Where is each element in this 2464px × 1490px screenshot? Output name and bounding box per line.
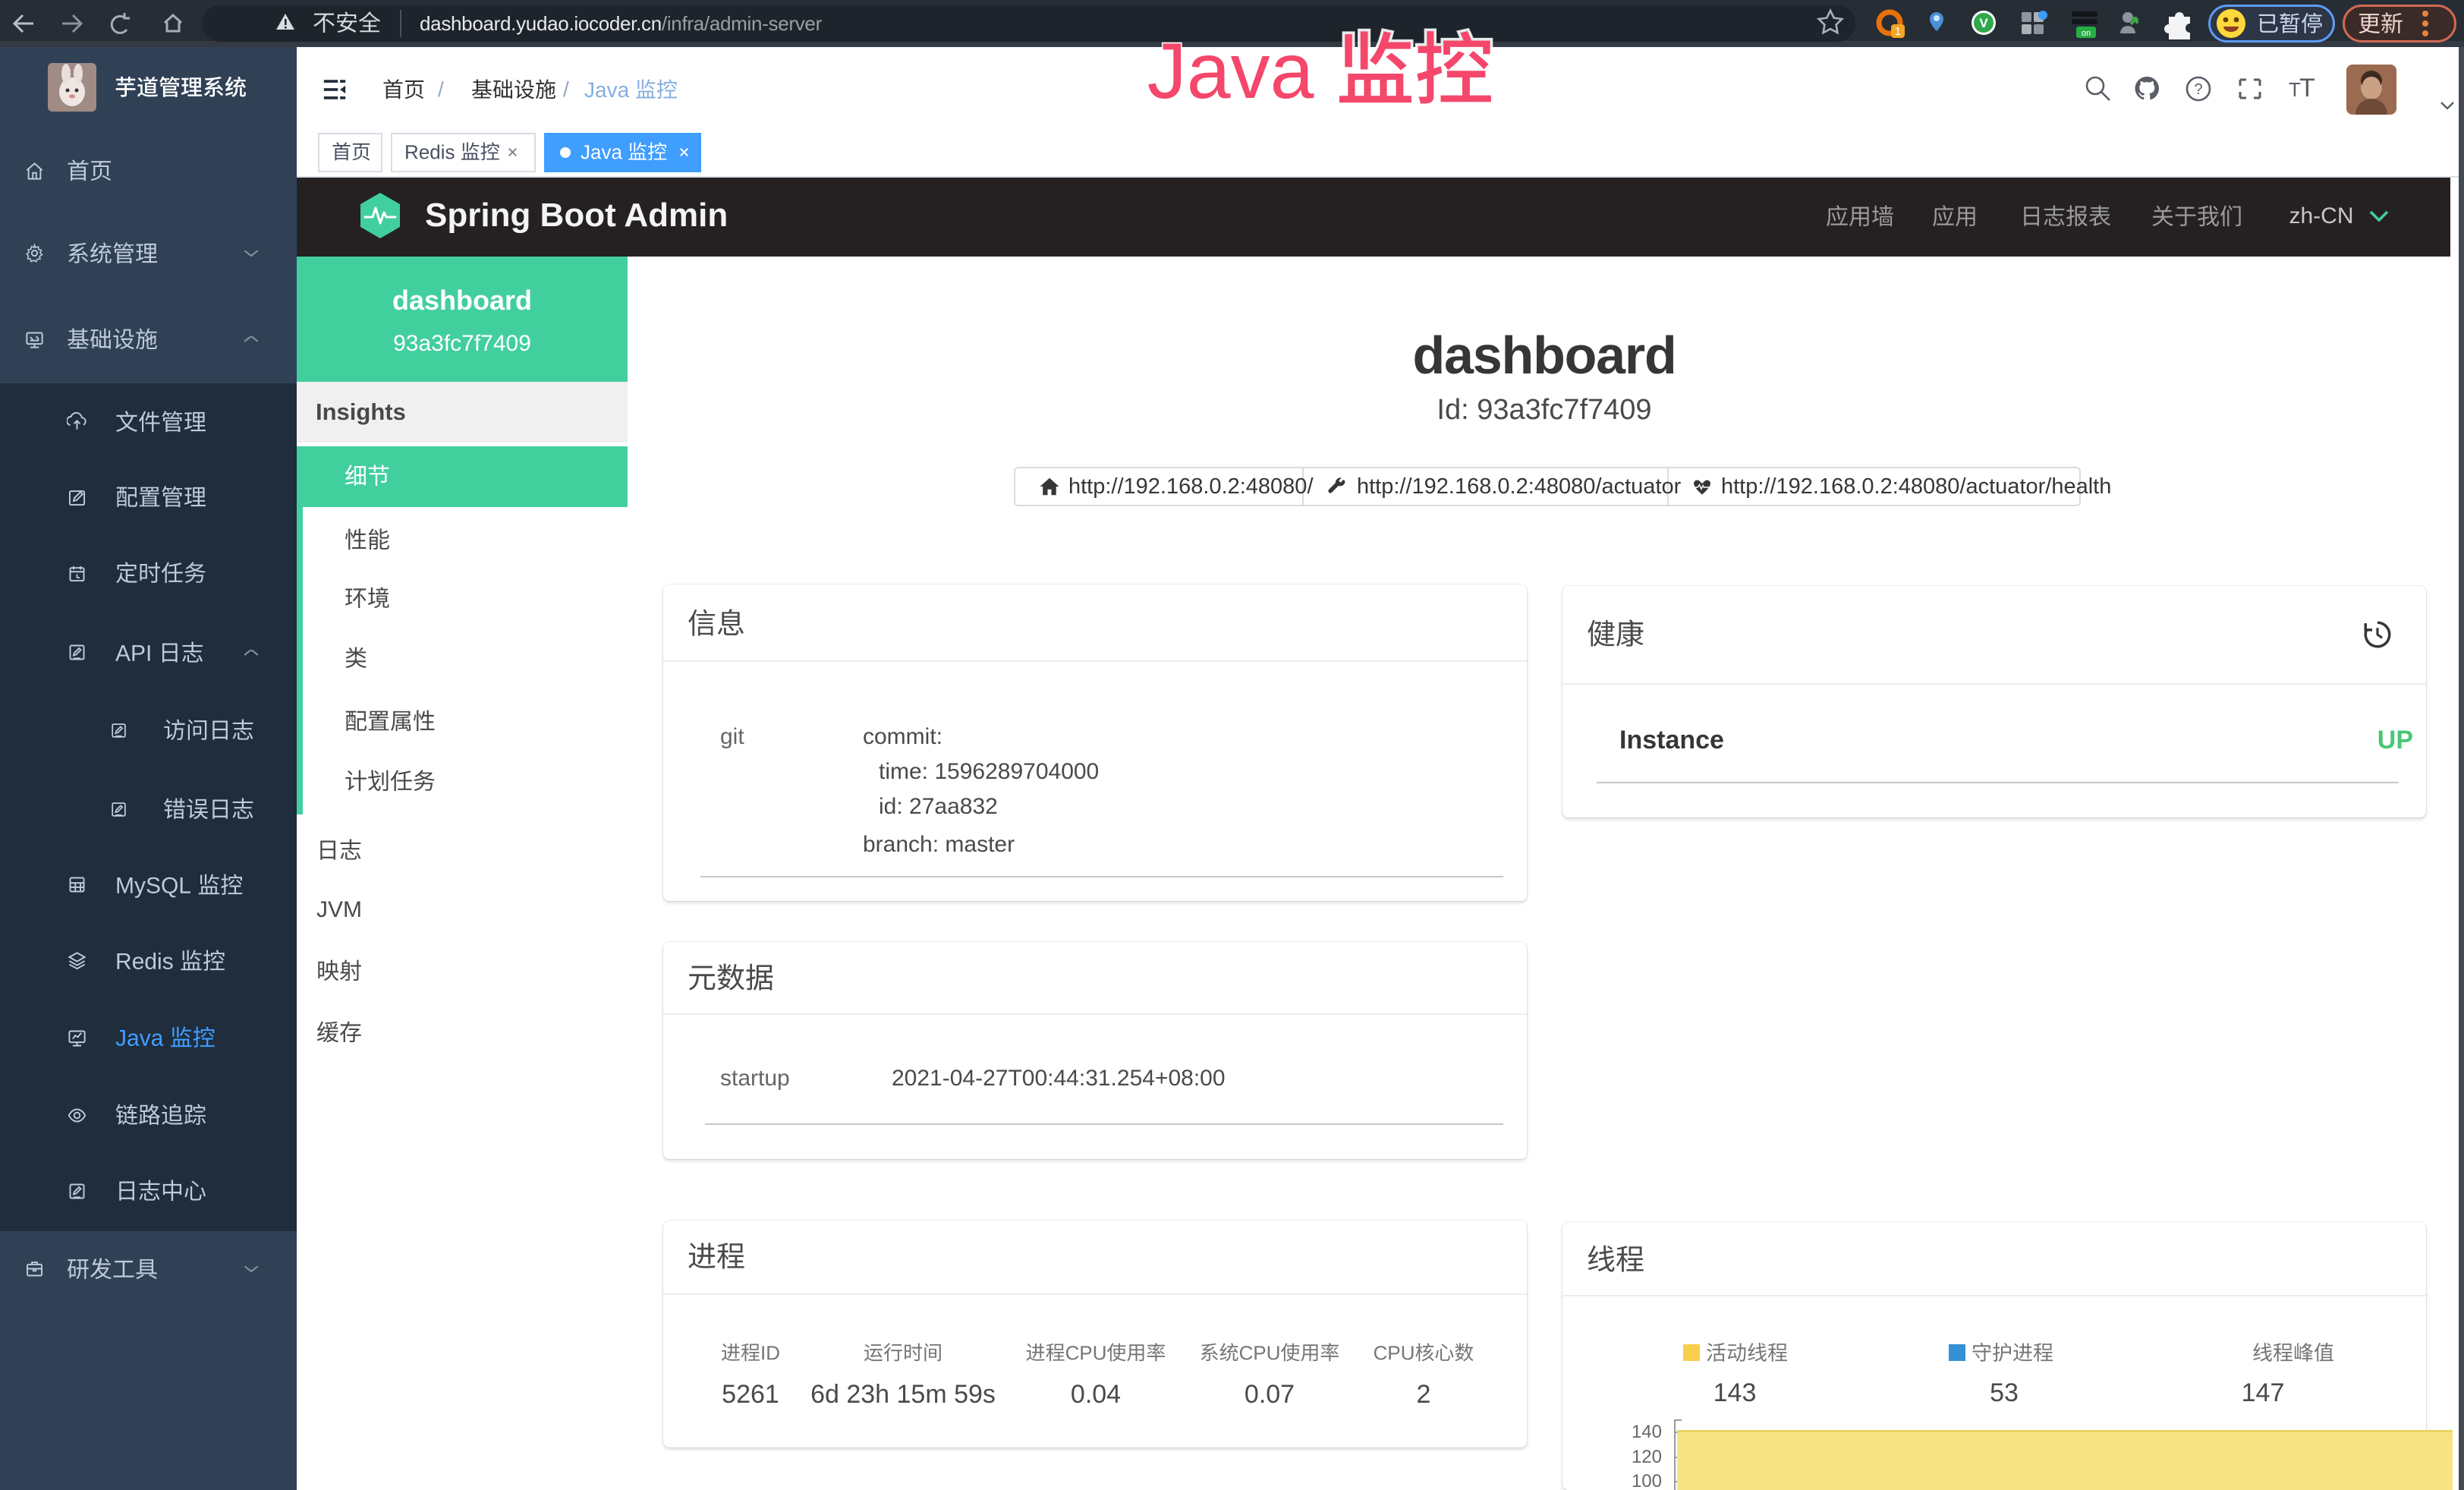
svg-text:on: on — [2082, 29, 2091, 38]
svg-text:T: T — [2299, 74, 2315, 102]
svg-text:V: V — [1979, 16, 1988, 30]
svg-text:?: ? — [2194, 81, 2202, 98]
svg-text:1: 1 — [1895, 25, 1901, 38]
